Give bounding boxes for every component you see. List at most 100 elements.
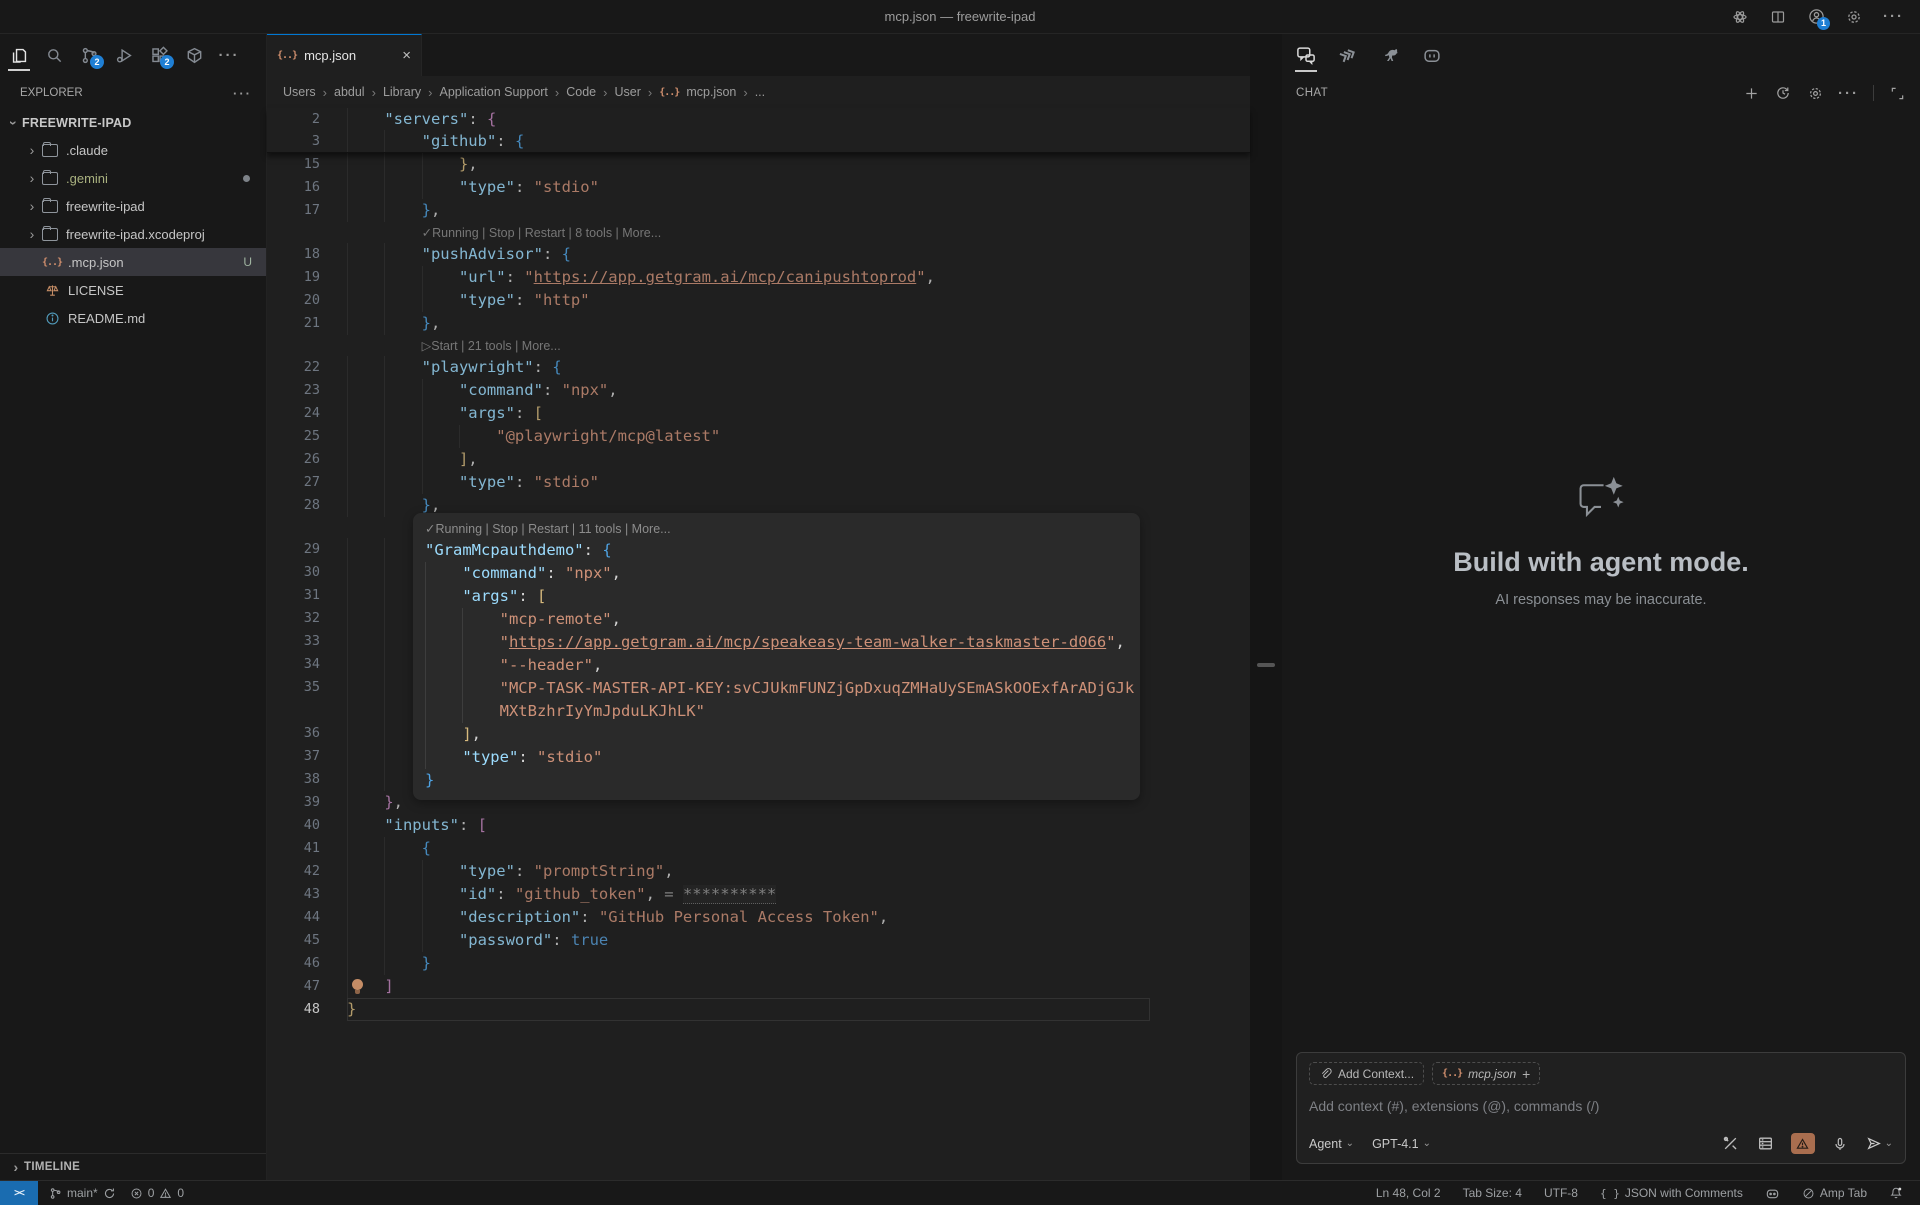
language-mode-item[interactable]: { } JSON with Comments	[1593, 1186, 1750, 1200]
tree-item-.mcp.json[interactable]: {..}.mcp.jsonU	[0, 248, 266, 276]
copilot-swirl-icon[interactable]	[1731, 8, 1749, 26]
context-file-chip[interactable]: {..} mcp.json +	[1432, 1062, 1540, 1085]
modified-dot	[243, 175, 250, 182]
settings-gear-icon[interactable]	[1845, 8, 1863, 26]
lightbulb-icon[interactable]	[351, 979, 364, 994]
model-dropdown[interactable]: GPT-4.1 ⌄	[1372, 1137, 1431, 1151]
line-number	[267, 335, 347, 356]
panel-resize-sash[interactable]	[1250, 34, 1282, 1180]
source-control-icon[interactable]: 2	[76, 40, 102, 70]
line-number: 3	[267, 130, 347, 152]
run-debug-icon[interactable]	[111, 40, 137, 70]
codelens-actions[interactable]: ✓Running | Stop | Restart | 11 tools | M…	[425, 522, 671, 536]
code-line-19: 19"url": "https://app.getgram.ai/mcp/can…	[267, 266, 1250, 289]
activity-more-icon[interactable]: ···	[216, 40, 242, 70]
tree-item-freewrite-ipad[interactable]: ›freewrite-ipad	[0, 192, 266, 220]
breadcrumb-file[interactable]: mcp.json	[686, 85, 736, 99]
explorer-more-icon[interactable]: ···	[233, 86, 252, 101]
window-title: mcp.json — freewrite-ipad	[0, 9, 1920, 24]
add-icon[interactable]: +	[1522, 1066, 1530, 1082]
explorer-icon[interactable]	[6, 40, 32, 70]
problems-item[interactable]: 0 0	[123, 1186, 191, 1200]
line-number: 22	[267, 356, 347, 379]
code-editor[interactable]: 2"servers": {3"github": { 15},16"type": …	[267, 108, 1250, 1180]
breadcrumb-segment[interactable]: Code	[566, 85, 596, 99]
codelens-row[interactable]: ▷Start | 21 tools | More...	[267, 335, 1250, 356]
robot-view-icon[interactable]	[1418, 40, 1446, 70]
breadcrumb-segment[interactable]: abdul	[334, 85, 365, 99]
code-line-wrap: "command": "npx",	[425, 562, 1140, 585]
timeline-section[interactable]: › TIMELINE	[0, 1153, 266, 1180]
codelens-row[interactable]: ✓Running | Stop | Restart | 8 tools | Mo…	[267, 222, 1250, 243]
chevron-right-icon: ›	[24, 142, 40, 158]
close-tab-icon[interactable]: ×	[402, 47, 411, 64]
chevron-down-icon: ⌄	[1885, 1138, 1893, 1149]
sash-handle[interactable]	[1257, 663, 1275, 667]
tree-item-label: README.md	[68, 311, 145, 326]
remote-indicator[interactable]: ><	[0, 1181, 38, 1205]
chat-input-placeholder[interactable]: Add context (#), extensions (@), command…	[1309, 1098, 1893, 1114]
breadcrumb-segment[interactable]: Library	[383, 85, 421, 99]
branch-label: main*	[67, 1186, 98, 1200]
line-number: 45	[267, 929, 347, 952]
add-context-button[interactable]: Add Context...	[1309, 1062, 1424, 1085]
tree-item-freewrite-ipad.xcodeproj[interactable]: ›freewrite-ipad.xcodeproj	[0, 220, 266, 248]
code-line-27: 27"type": "stdio"	[267, 471, 1250, 494]
chevron-down-icon: ⌄	[1423, 1138, 1431, 1149]
tab-mcp-json[interactable]: {..} mcp.json ×	[267, 34, 422, 76]
amp-tab-item[interactable]: Amp Tab	[1795, 1186, 1874, 1200]
microphone-icon[interactable]	[1830, 1134, 1850, 1154]
error-count: 0	[148, 1186, 155, 1200]
git-branch-item[interactable]: main*	[42, 1186, 123, 1200]
tree-item-README.md[interactable]: README.md	[0, 304, 266, 332]
breadcrumb-segment[interactable]: Users	[283, 85, 316, 99]
chat-view-icon[interactable]	[1292, 40, 1320, 70]
codelens-row[interactable]: ✓Running | Stop | Restart | 11 tools | M…	[425, 518, 1140, 539]
chat-input-box[interactable]: Add Context... {..} mcp.json + Add conte…	[1296, 1052, 1906, 1164]
tab-bar: {..} mcp.json ×	[267, 34, 1250, 76]
agent-mode-dropdown[interactable]: Agent ⌄	[1309, 1137, 1354, 1151]
line-number: 47	[267, 975, 347, 998]
tree-item-.claude[interactable]: ›.claude	[0, 136, 266, 164]
hover-peek-widget[interactable]: ✓Running | Stop | Restart | 11 tools | M…	[413, 513, 1140, 800]
breadcrumb-symbol[interactable]: ...	[755, 85, 765, 99]
tree-root-folder[interactable]: › FREEWRITE-IPAD	[0, 110, 266, 136]
more-actions-icon[interactable]: ···	[1883, 8, 1904, 25]
tree-item-label: .mcp.json	[68, 255, 124, 270]
codelens-actions[interactable]: ✓Running | Stop | Restart | 8 tools | Mo…	[422, 226, 662, 240]
agent-mode-label: Agent	[1309, 1137, 1342, 1151]
code-line-41: 41{	[267, 837, 1250, 860]
indentation-item[interactable]: Tab Size: 4	[1456, 1186, 1529, 1200]
line-number: 37	[267, 745, 347, 768]
send-button[interactable]: ⌄	[1865, 1135, 1893, 1152]
encoding-item[interactable]: UTF-8	[1537, 1186, 1585, 1200]
cursor-position-item[interactable]: Ln 48, Col 2	[1369, 1186, 1448, 1200]
mcp-servers-icon[interactable]	[1756, 1134, 1776, 1154]
code-line-wrap: "type": "stdio"	[425, 746, 1140, 769]
line-number: 24	[267, 402, 347, 425]
extensions-icon[interactable]: 2	[146, 40, 172, 70]
tree-item-LICENSE[interactable]: LICENSE	[0, 276, 266, 304]
tree-item-label: freewrite-ipad.xcodeproj	[66, 227, 205, 242]
tools-icon[interactable]	[1721, 1134, 1741, 1154]
code-line-23: 23"command": "npx",	[267, 379, 1250, 402]
breadcrumb-separator: ›	[323, 85, 327, 100]
notifications-bell-icon[interactable]	[1882, 1186, 1910, 1200]
copilot-status-icon[interactable]	[1758, 1186, 1787, 1201]
remote-explorer-icon[interactable]	[181, 40, 207, 70]
account-icon[interactable]: 1	[1807, 8, 1825, 26]
warning-icon	[159, 1187, 172, 1200]
code-line-43: 43"id": "github_token", = **********	[267, 883, 1250, 906]
search-icon[interactable]	[41, 40, 67, 70]
tree-item-.gemini[interactable]: ›.gemini	[0, 164, 266, 192]
breadcrumb-segment[interactable]: Application Support	[440, 85, 548, 99]
kangaroo-view-icon[interactable]	[1376, 40, 1404, 70]
breadcrumb-segment[interactable]: User	[614, 85, 640, 99]
warning-icon[interactable]	[1791, 1133, 1815, 1154]
split-editor-icon[interactable]	[1769, 8, 1787, 26]
tree-item-label: freewrite-ipad	[66, 199, 145, 214]
amp-view-icon[interactable]	[1334, 40, 1362, 70]
code-line-22: 22"playwright": {	[267, 356, 1250, 379]
codelens-actions[interactable]: ▷Start | 21 tools | More...	[422, 339, 561, 353]
code-line-wrap: "MCP-TASK-MASTER-API-KEY:svCJUkmFUNZjGpD…	[425, 677, 1140, 700]
